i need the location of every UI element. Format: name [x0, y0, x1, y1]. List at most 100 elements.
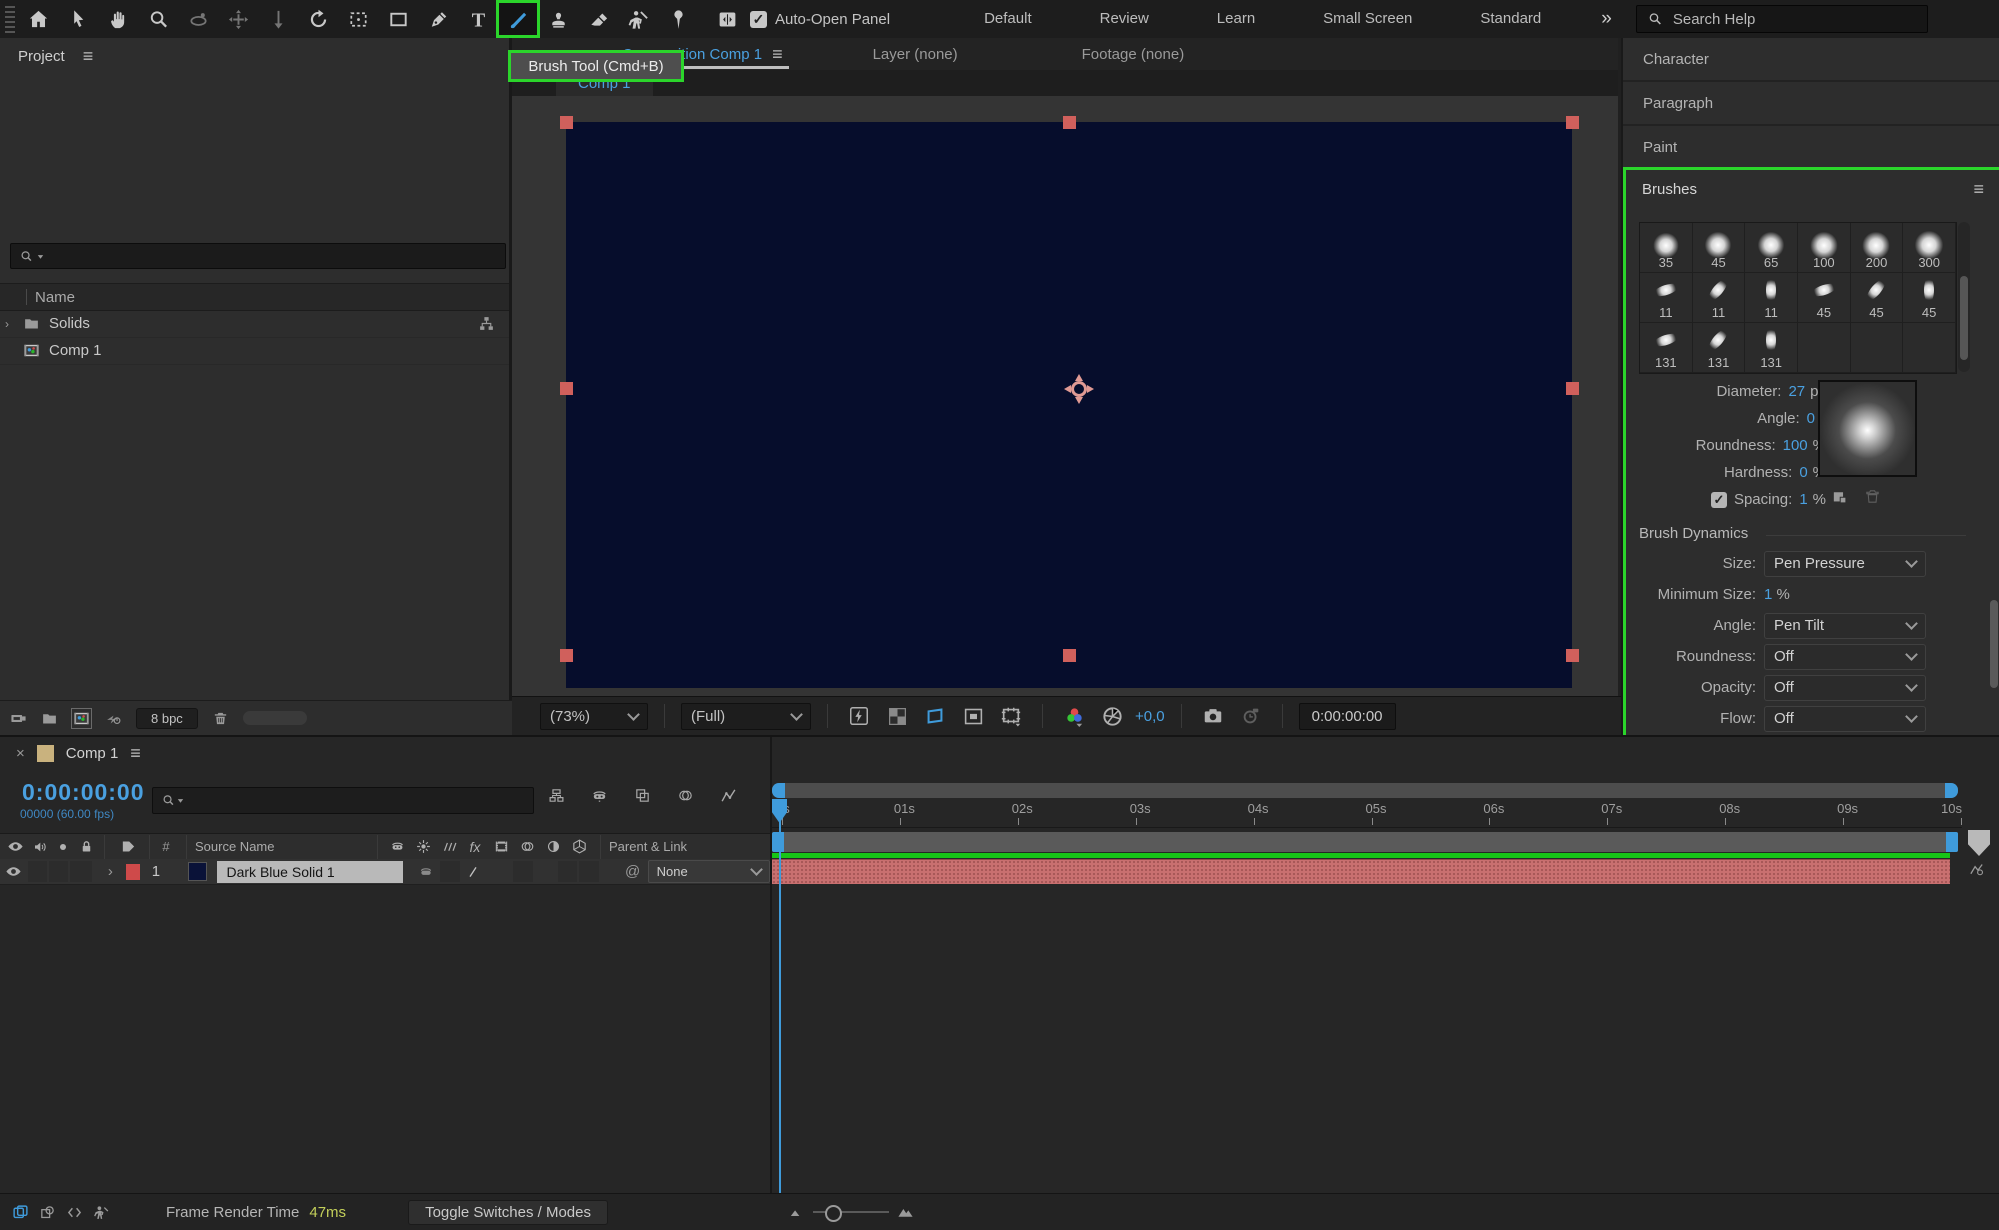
workspace-default[interactable]: Default [950, 0, 1066, 38]
proxy-icon[interactable] [105, 710, 122, 727]
handle-bottom-left[interactable] [560, 649, 573, 662]
auto-open-panel-toggle[interactable]: ✓ Auto-Open Panel [750, 10, 890, 28]
timeline-tab[interactable]: × Comp 1 ≡ [0, 737, 141, 770]
number-column-header[interactable]: # [154, 834, 178, 859]
project-columns-header[interactable]: Name [0, 283, 509, 311]
project-search-input[interactable] [10, 243, 506, 269]
spacing-checkbox[interactable]: ✓ [1710, 491, 1727, 508]
effects-column-icon[interactable]: fx [462, 834, 488, 859]
time-navigator-bar[interactable] [772, 783, 1958, 798]
comp-marker-bin[interactable] [1968, 830, 1990, 856]
dynamics-dropdown[interactable]: Pen Tilt [1764, 612, 1926, 639]
composition-viewer[interactable] [512, 96, 1618, 697]
property-value[interactable]: 1 [1799, 491, 1807, 508]
selection-tool[interactable] [58, 2, 98, 36]
layer-audio-toggle[interactable] [27, 861, 47, 882]
work-area-end-handle[interactable] [1946, 832, 1958, 852]
zoom-tool[interactable] [138, 2, 178, 36]
twirl-icon[interactable]: › [0, 317, 14, 331]
workspace-overflow-button[interactable]: » [1601, 8, 1611, 30]
workspace-small-screen[interactable]: Small Screen [1289, 0, 1446, 38]
audio-column-icon[interactable] [30, 834, 52, 859]
comp-color-swatch[interactable] [36, 745, 54, 762]
layer-quality-icon[interactable] [461, 859, 488, 884]
handle-top-right[interactable] [1566, 116, 1579, 129]
toggle-switches-modes-button[interactable]: Toggle Switches / Modes [408, 1199, 608, 1225]
close-icon[interactable]: × [16, 745, 25, 762]
brush-preset-131[interactable]: 131 [1640, 323, 1693, 373]
handle-top-left[interactable] [560, 116, 573, 129]
brush-preset-45[interactable]: 45 [1692, 223, 1746, 273]
auto-open-checkbox[interactable]: ✓ [750, 10, 767, 28]
clone-stamp-tool[interactable] [538, 2, 578, 36]
eraser-tool[interactable] [578, 2, 618, 36]
toolbar-grip[interactable] [2, 4, 18, 34]
brushes-menu-icon[interactable]: ≡ [1973, 179, 1984, 200]
project-item-solids[interactable]: › Solids [0, 310, 509, 338]
expand-layer-switches-icon[interactable] [12, 1204, 29, 1221]
handle-bottom-right[interactable] [1566, 649, 1579, 662]
exposure-icon[interactable] [1097, 703, 1127, 729]
layer-solid-swatch[interactable] [187, 862, 207, 881]
brush-preset-100[interactable]: 100 [1798, 223, 1851, 273]
handle-mid-left[interactable] [560, 382, 573, 395]
flowchart-icon[interactable] [478, 315, 495, 332]
brush-preset-131[interactable]: 131 [1692, 323, 1746, 373]
brush-preset-300[interactable]: 300 [1903, 223, 1956, 273]
current-time-display[interactable]: 0:00:00:00 [22, 779, 145, 806]
dynamics-dropdown[interactable]: Off [1764, 674, 1926, 701]
magnification-dropdown[interactable]: (73%) [540, 702, 648, 730]
timeline-search-input[interactable] [152, 787, 534, 814]
anchor-point-icon[interactable] [1062, 372, 1096, 406]
dolly-camera-tool[interactable] [258, 2, 298, 36]
camera-tool[interactable] [338, 2, 378, 36]
workspace-review[interactable]: Review [1066, 0, 1183, 38]
timeline-zoom-knob[interactable] [824, 1205, 842, 1222]
interpret-footage-icon[interactable] [10, 710, 27, 727]
zoom-in-mountain-icon[interactable] [897, 1204, 914, 1221]
brush-preset-65[interactable]: 65 [1745, 223, 1798, 273]
puppet-pin-tool[interactable] [658, 2, 698, 36]
work-area-bar[interactable] [772, 832, 1958, 852]
motion-blur-column-icon[interactable] [514, 834, 540, 859]
roto-brush-tool[interactable] [618, 2, 658, 36]
guides-grid-icon[interactable] [996, 703, 1026, 729]
layer-graph-icon[interactable] [1968, 861, 1985, 878]
transparency-grid-icon[interactable] [882, 703, 912, 729]
orbit-camera-tool[interactable] [178, 2, 218, 36]
parent-link-column-header[interactable]: Parent & Link [609, 839, 687, 854]
panel-header-paint[interactable]: Paint [1623, 126, 1999, 170]
handle-mid-right[interactable] [1566, 382, 1579, 395]
brush-preset-45[interactable]: 45 [1850, 273, 1904, 323]
layer-blur-toggle[interactable] [557, 861, 578, 882]
navigator-left-handle[interactable] [772, 783, 785, 798]
masks-toggle-icon[interactable] [958, 703, 988, 729]
panel-layout-icon[interactable] [712, 6, 742, 32]
parent-dropdown[interactable]: None [647, 860, 771, 883]
new-brush-icon[interactable] [1831, 488, 1848, 505]
panel-header-paragraph[interactable]: Paragraph [1623, 82, 1999, 126]
property-value[interactable]: 0 [1799, 464, 1807, 481]
workspace-standard[interactable]: Standard [1446, 0, 1575, 38]
quality-icon[interactable] [436, 834, 462, 859]
rotation-tool[interactable] [298, 2, 338, 36]
tab-layer[interactable]: Layer (none) [859, 38, 972, 70]
shy-switch-icon[interactable] [384, 834, 410, 859]
channel-rgb-icon[interactable] [1059, 703, 1089, 729]
workspace-learn[interactable]: Learn [1183, 0, 1289, 38]
brush-tool[interactable] [496, 0, 540, 38]
brush-grid-scrollbar[interactable] [1958, 222, 1970, 372]
brush-preset-45[interactable]: 45 [1798, 273, 1851, 323]
mini-flowchart-icon[interactable] [548, 787, 565, 804]
bit-depth-button[interactable]: 8 bpc [136, 707, 198, 729]
project-menu-icon[interactable]: ≡ [83, 46, 94, 67]
video-column-icon[interactable] [0, 834, 30, 859]
expand-transfer-controls-icon[interactable] [39, 1204, 56, 1221]
new-folder-icon[interactable] [41, 710, 58, 727]
panel-header-character[interactable]: Character [1623, 38, 1999, 82]
3d-layer-column-icon[interactable] [566, 834, 592, 859]
expand-render-time-icon[interactable] [93, 1204, 110, 1221]
brush-preset-11[interactable]: 11 [1692, 273, 1746, 323]
layer-collapse-toggle[interactable] [440, 861, 460, 882]
project-item-comp-1[interactable]: Comp 1 [0, 337, 509, 365]
